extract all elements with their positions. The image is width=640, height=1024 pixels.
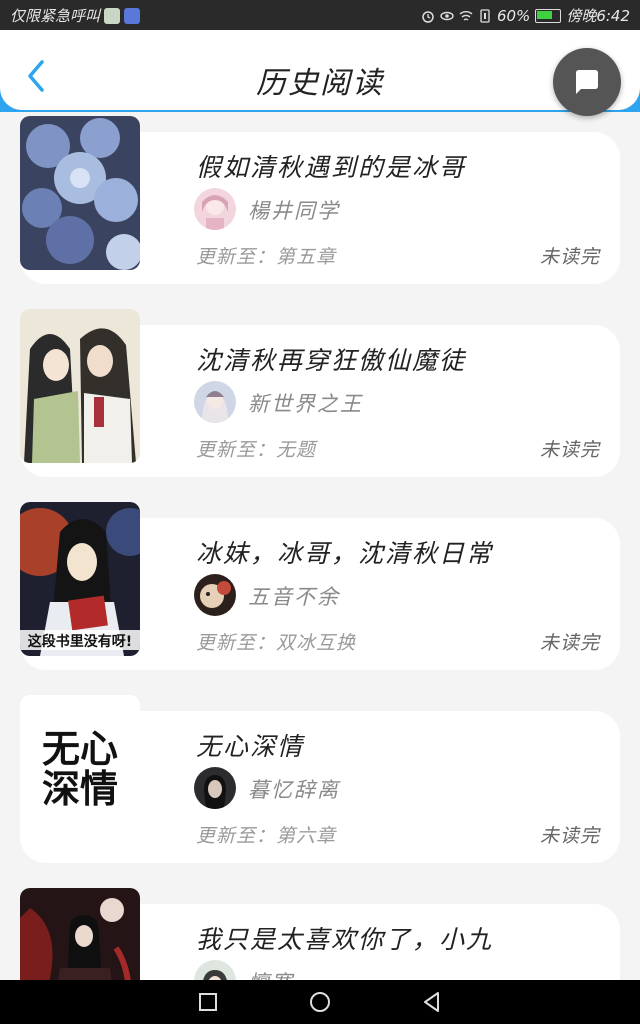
music-app-icon [124, 7, 141, 24]
update-info: 更新至：双冰互换 [196, 632, 357, 654]
book-cover[interactable]: 这段书里没有呀! [20, 502, 140, 656]
eye-icon [440, 11, 454, 20]
author-name: 懔寒 [248, 967, 294, 980]
author-avatar [194, 767, 236, 809]
book-cover[interactable] [20, 116, 140, 270]
message-button[interactable] [553, 48, 621, 116]
read-status: 未读完 [539, 632, 600, 654]
cover-text-bottom: 深情 [42, 767, 119, 811]
history-list[interactable]: 假如清秋遇到的是冰哥 楊井同学 更新至：第五章 未读完 沈清秋再穿狂傲仙魔徒 新… [0, 112, 640, 980]
status-bar: 仅限紧急呼叫 60% 傍晚6:42 [0, 0, 640, 30]
read-status: 未读完 [539, 825, 600, 847]
sim-icon [480, 8, 490, 23]
back-nav-icon[interactable] [420, 990, 444, 1014]
update-info: 更新至：无题 [196, 439, 317, 461]
book-title: 无心深情 [196, 732, 305, 761]
author-name: 新世界之王 [248, 392, 363, 416]
author-avatar [194, 574, 236, 616]
cover-text-top: 无心 [42, 727, 119, 771]
battery-percent: 60% [496, 6, 531, 25]
author-avatar [194, 188, 236, 230]
read-status: 未读完 [539, 439, 600, 461]
app-header: 历史阅读 [0, 30, 640, 110]
book-cover[interactable] [20, 888, 140, 980]
author-name: 暮忆辞离 [248, 778, 340, 802]
author-avatar [194, 960, 236, 980]
clock: 傍晚6:42 [566, 7, 630, 25]
alarm-icon [422, 10, 434, 23]
carrier-text: 仅限紧急呼叫 [10, 7, 101, 25]
update-info: 更新至：第五章 [196, 246, 337, 268]
wifi-icon [459, 10, 473, 21]
book-cover[interactable] [20, 309, 140, 463]
chat-bubble-icon [576, 70, 598, 94]
author-avatar [194, 381, 236, 423]
system-nav-bar [0, 980, 640, 1024]
book-cover[interactable]: 无心 深情 [20, 695, 140, 849]
read-status: 未读完 [539, 246, 600, 268]
app-notification-icon [104, 7, 121, 24]
book-title: 假如清秋遇到的是冰哥 [196, 153, 467, 182]
author-name: 楊井同学 [248, 199, 340, 223]
cover-caption: 这段书里没有呀! [27, 634, 133, 650]
page-title: 历史阅读 [256, 66, 384, 101]
home-icon[interactable] [308, 990, 332, 1014]
update-info: 更新至：第六章 [196, 825, 337, 847]
book-title: 沈清秋再穿狂傲仙魔徒 [196, 346, 467, 375]
recent-apps-icon[interactable] [196, 990, 220, 1014]
author-name: 五音不余 [248, 585, 340, 609]
battery-icon [535, 8, 562, 23]
book-title: 我只是太喜欢你了，小九 [196, 925, 494, 954]
book-title: 冰妹，冰哥，沈清秋日常 [196, 539, 494, 568]
